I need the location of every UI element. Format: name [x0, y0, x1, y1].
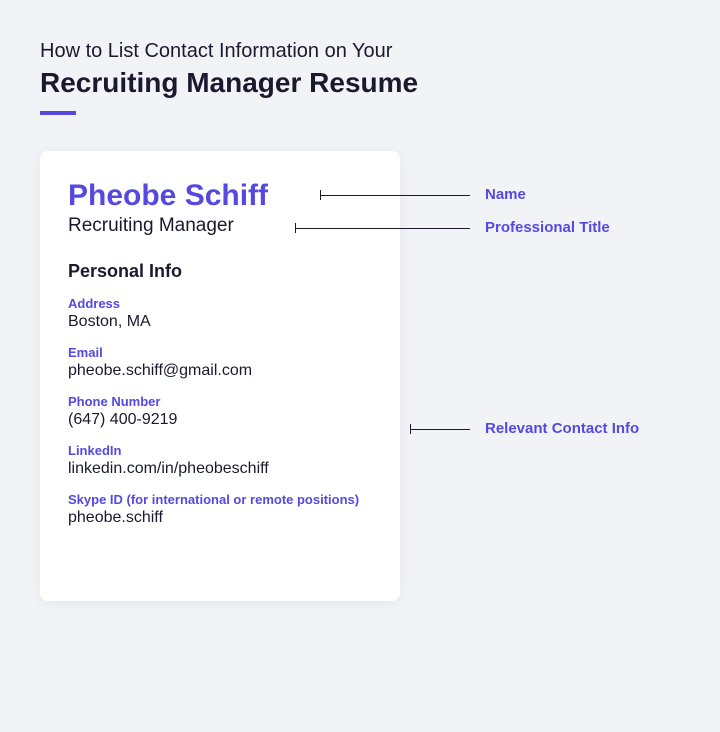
annotation-label-contact: Relevant Contact Info — [485, 420, 639, 437]
annotation-line-contact — [410, 429, 470, 430]
field-label-address: Address — [68, 296, 372, 311]
content-area: Pheobe Schiff Recruiting Manager Persona… — [40, 151, 680, 601]
field-value-address: Boston, MA — [68, 313, 372, 331]
field-address: Address Boston, MA — [68, 296, 372, 331]
personal-info-header: Personal Info — [68, 261, 372, 282]
page-title-light: How to List Contact Information on Your — [40, 40, 680, 63]
field-phone: Phone Number (647) 400-9219 — [68, 394, 372, 429]
resume-name: Pheobe Schiff — [68, 179, 372, 213]
annotation-label-title: Professional Title — [485, 219, 610, 236]
title-underline — [40, 111, 76, 115]
field-label-skype: Skype ID (for international or remote po… — [68, 492, 372, 507]
field-email: Email pheobe.schiff@gmail.com — [68, 345, 372, 380]
field-linkedin: LinkedIn linkedin.com/in/pheobeschiff — [68, 443, 372, 478]
annotation-tick-contact — [410, 424, 411, 434]
field-value-phone: (647) 400-9219 — [68, 411, 372, 429]
annotation-label-name: Name — [485, 186, 526, 203]
field-label-phone: Phone Number — [68, 394, 372, 409]
field-label-email: Email — [68, 345, 372, 360]
resume-card: Pheobe Schiff Recruiting Manager Persona… — [40, 151, 400, 601]
field-value-skype: pheobe.schiff — [68, 509, 372, 527]
field-value-linkedin: linkedin.com/in/pheobeschiff — [68, 460, 372, 478]
resume-job-title: Recruiting Manager — [68, 215, 372, 237]
field-skype: Skype ID (for international or remote po… — [68, 492, 372, 527]
field-value-email: pheobe.schiff@gmail.com — [68, 362, 372, 380]
page-title-bold: Recruiting Manager Resume — [40, 67, 680, 99]
field-label-linkedin: LinkedIn — [68, 443, 372, 458]
